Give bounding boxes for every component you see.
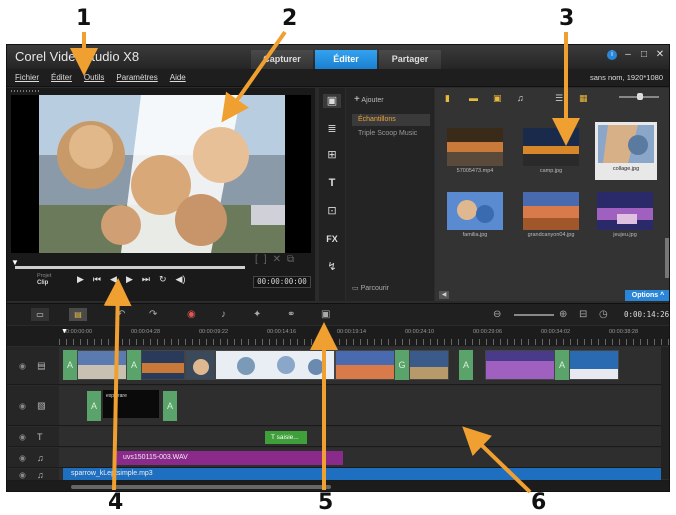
callout-arrows — [70, 30, 580, 494]
